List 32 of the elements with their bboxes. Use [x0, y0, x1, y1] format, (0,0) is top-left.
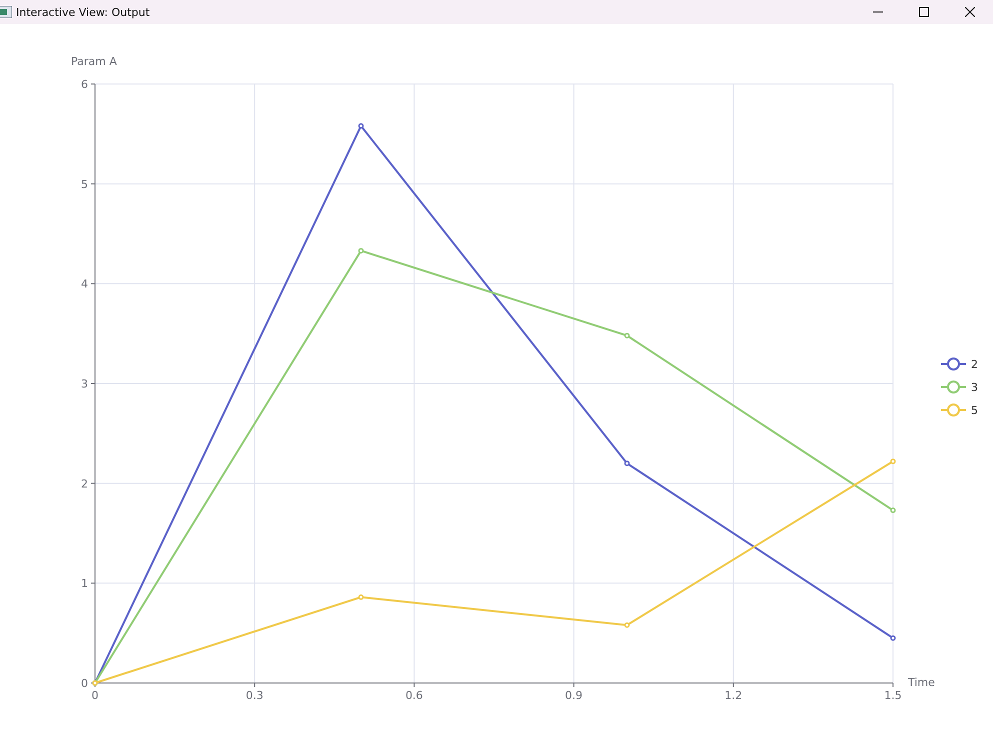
x-axis-title: Time [908, 676, 935, 689]
y-axis-title: Param A [71, 55, 117, 68]
y-tick-label: 1 [81, 577, 88, 590]
data-point [358, 248, 364, 254]
maximize-icon [919, 7, 929, 17]
legend-label[interactable]: 2 [971, 358, 978, 371]
x-tick-label: 0.6 [405, 689, 423, 702]
window-title: Interactive View: Output [16, 6, 151, 18]
data-point [890, 508, 896, 514]
y-tick-label: 3 [81, 378, 88, 390]
y-tick-label: 5 [81, 178, 88, 191]
x-tick-label: 1.2 [724, 689, 742, 702]
legend-label[interactable]: 5 [971, 404, 978, 417]
data-point [624, 332, 630, 338]
data-point [890, 635, 896, 641]
app-icon [0, 6, 12, 18]
y-tick-label: 0 [81, 677, 88, 690]
data-point [358, 123, 364, 129]
x-tick-label: 0.9 [565, 689, 583, 702]
legend-line-icon[interactable] [941, 358, 966, 370]
data-point [624, 460, 630, 466]
y-tick-label: 2 [81, 477, 88, 490]
y-tick-label: 6 [81, 78, 88, 91]
close-icon [965, 7, 975, 17]
data-point [358, 594, 364, 600]
legend-label[interactable]: 3 [971, 381, 978, 394]
x-tick-label: 0 [92, 689, 98, 702]
x-tick-label: 1.5 [884, 689, 902, 702]
data-point [624, 622, 630, 628]
data-point [890, 458, 896, 464]
x-tick-label: 0.3 [246, 689, 264, 702]
y-tick-label: 4 [81, 278, 88, 291]
